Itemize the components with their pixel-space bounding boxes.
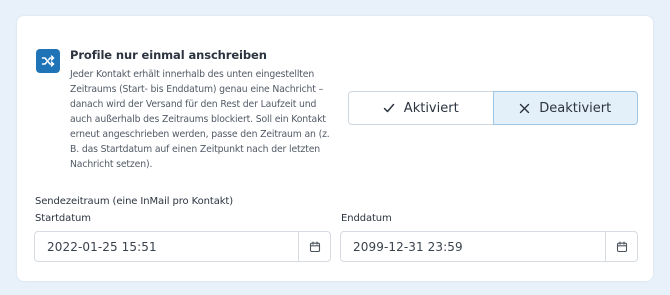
feature-title: Profile nur einmal anschreiben bbox=[70, 48, 267, 62]
start-date-value[interactable]: 2022-01-25 15:51 bbox=[35, 240, 298, 254]
end-date-label: Enddatum bbox=[341, 213, 392, 224]
deactivate-button[interactable]: Deaktiviert bbox=[492, 91, 638, 125]
start-date-label: Startdatum bbox=[35, 213, 91, 224]
settings-card: Profile nur einmal anschreiben Jeder Kon… bbox=[17, 16, 653, 281]
activate-button[interactable]: Aktiviert bbox=[348, 91, 493, 125]
activate-label: Aktiviert bbox=[403, 100, 459, 116]
calendar-icon[interactable] bbox=[605, 232, 637, 261]
end-date-value[interactable]: 2099-12-31 23:59 bbox=[341, 240, 605, 254]
schedule-section-label: Sendezeitraum (eine InMail pro Kontakt) bbox=[35, 196, 234, 207]
deactivate-label: Deaktiviert bbox=[539, 100, 612, 116]
end-date-field[interactable]: 2099-12-31 23:59 bbox=[340, 231, 638, 262]
check-icon bbox=[383, 102, 395, 114]
calendar-icon[interactable] bbox=[298, 232, 330, 261]
shuffle-icon bbox=[36, 49, 60, 73]
close-icon bbox=[519, 103, 530, 114]
start-date-field[interactable]: 2022-01-25 15:51 bbox=[34, 231, 331, 262]
feature-description: Jeder Kontakt erhält innerhalb des unten… bbox=[70, 69, 330, 170]
activation-toggle: Aktiviert Deaktiviert bbox=[348, 91, 638, 125]
